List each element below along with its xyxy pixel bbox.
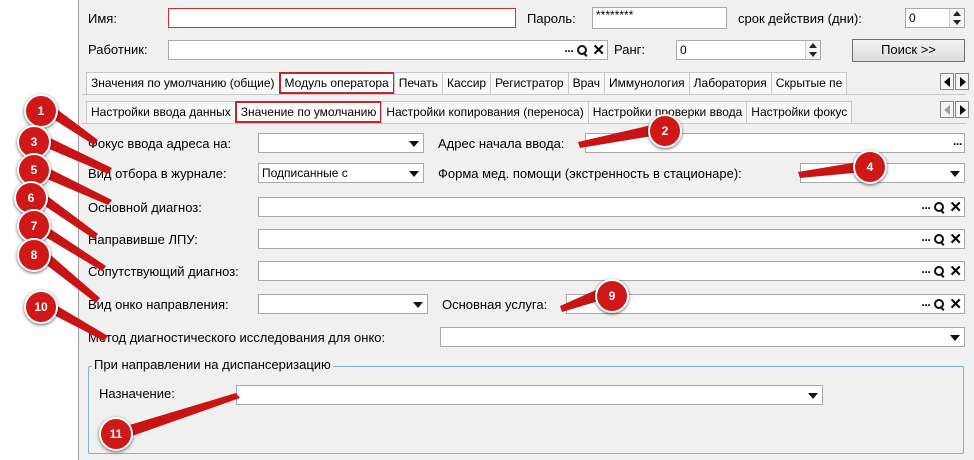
sub-tab-0[interactable]: Настройки ввода данных [86, 101, 236, 123]
annotation-badge-8: 8 [17, 238, 51, 272]
sub-tabs-baseline [82, 123, 966, 124]
main-tabs-baseline [82, 94, 966, 95]
sub-tabs-scroll-left[interactable] [940, 101, 954, 118]
chevron-down-icon [950, 335, 960, 341]
password-label: Пароль: [527, 11, 576, 26]
ref-lpu-input[interactable]: ··· ✕ [258, 229, 965, 249]
onco-select[interactable] [258, 294, 428, 314]
rank-spin-buttons[interactable] [805, 41, 820, 59]
annotation-badge-10: 10 [24, 290, 58, 324]
search-button[interactable]: Поиск >> [852, 39, 965, 62]
arrow-left-icon [944, 77, 950, 87]
name-input[interactable] [168, 8, 516, 28]
validity-label: срок действия (дни): [738, 11, 862, 26]
focus-select[interactable] [258, 133, 424, 153]
annotation-badge-4: 4 [853, 150, 887, 184]
sub-tab-1[interactable]: Значение по умолчанию [234, 101, 383, 123]
main-diag-label: Основной диагноз: [88, 200, 202, 215]
chevron-down-icon [409, 171, 419, 177]
co-diag-label: Сопутствующий диагноз: [88, 264, 239, 279]
worker-search-icon[interactable] [577, 45, 588, 56]
main-diag-browse-icon[interactable]: ··· [921, 199, 931, 217]
ref-lpu-search-icon[interactable] [934, 234, 945, 245]
chevron-down-icon [409, 141, 419, 147]
main-tab-strip: Значения по умолчанию (общие) Модуль опер… [86, 72, 848, 94]
main-tab-2[interactable]: Печать [393, 72, 444, 94]
main-tab-3[interactable]: Кассир [442, 72, 492, 94]
validity-value: 0 [909, 11, 916, 25]
journal-select[interactable]: Подписанные с [258, 163, 424, 183]
address-browse-icon[interactable]: ··· [953, 135, 963, 153]
service-search-icon[interactable] [934, 299, 945, 310]
main-diag-search-icon[interactable] [934, 202, 945, 213]
main-tabs-scroll-left[interactable] [940, 73, 954, 90]
service-label: Основная услуга: [442, 297, 548, 312]
main-tab-4[interactable]: Регистратор [490, 72, 569, 94]
ref-lpu-clear-icon[interactable]: ✕ [949, 232, 962, 247]
main-tab-7[interactable]: Лаборатория [688, 72, 772, 94]
name-label: Имя: [88, 11, 117, 26]
method-select[interactable] [440, 327, 965, 347]
arrow-right-icon [960, 77, 966, 87]
main-tab-6[interactable]: Иммунология [603, 72, 690, 94]
purpose-select[interactable] [236, 385, 823, 405]
arrow-left-icon [944, 105, 950, 115]
method-label: Метод диагностического исследования для … [88, 330, 386, 345]
worker-browse-icon[interactable]: ··· [564, 42, 574, 60]
worker-label: Работник: [88, 42, 148, 57]
worker-input[interactable]: ··· ✕ [168, 40, 608, 60]
main-tab-8[interactable]: Скрытые пе [770, 72, 848, 94]
annotation-badge-11: 11 [99, 417, 133, 451]
dispensary-group-title: При направлении на диспансеризацию [92, 357, 333, 372]
sub-tabs-scroll-right[interactable] [955, 101, 969, 118]
annotation-badge-9: 9 [595, 279, 629, 313]
co-diag-browse-icon[interactable]: ··· [921, 263, 931, 281]
main-tabs-scroll-right[interactable] [955, 73, 969, 90]
ref-lpu-browse-icon[interactable]: ··· [921, 231, 931, 249]
focus-label: Фокус ввода адреса на: [88, 136, 232, 151]
journal-label: Вид отбора в журнале: [88, 166, 227, 181]
password-input[interactable]: ******** [592, 7, 727, 29]
chevron-down-icon [808, 393, 818, 399]
address-start-label: Адрес начала ввода: [438, 136, 565, 151]
service-browse-icon[interactable]: ··· [921, 296, 931, 314]
worker-clear-icon[interactable]: ✕ [592, 43, 605, 58]
purpose-label: Назначение: [99, 386, 175, 401]
main-diag-input[interactable]: ··· ✕ [258, 197, 965, 217]
arrow-right-icon [960, 105, 966, 115]
annotation-badge-2: 2 [648, 114, 682, 148]
main-tab-0[interactable]: Значения по умолчанию (общие) [86, 72, 280, 94]
main-tab-5[interactable]: Врач [567, 72, 605, 94]
journal-value: Подписанные с [262, 166, 348, 180]
validity-spinner[interactable]: 0 [905, 8, 965, 28]
main-diag-clear-icon[interactable]: ✕ [949, 200, 962, 215]
service-clear-icon[interactable]: ✕ [949, 297, 962, 312]
annotation-badge-1: 1 [24, 94, 58, 128]
address-start-input[interactable]: ··· [585, 133, 965, 153]
onco-label: Вид онко направления: [88, 297, 229, 312]
main-tab-1[interactable]: Модуль оператора [278, 72, 395, 94]
sub-tab-4[interactable]: Настройки фокус [746, 101, 853, 123]
co-diag-search-icon[interactable] [934, 266, 945, 277]
sub-tab-strip: Настройки ввода данных Значение по умолча… [86, 101, 853, 123]
chevron-down-icon [950, 171, 960, 177]
co-diag-input[interactable]: ··· ✕ [258, 261, 965, 281]
chevron-down-icon [413, 302, 423, 308]
ref-lpu-label: Направивше ЛПУ: [88, 232, 198, 247]
co-diag-clear-icon[interactable]: ✕ [949, 264, 962, 279]
rank-spinner[interactable]: 0 [676, 40, 821, 60]
validity-spin-buttons[interactable] [949, 9, 964, 27]
sub-tab-2[interactable]: Настройки копирования (переноса) [381, 101, 589, 123]
care-form-label: Форма мед. помощи (экстренность в стацио… [438, 166, 742, 181]
rank-label: Ранг: [614, 42, 646, 57]
rank-value: 0 [680, 43, 687, 57]
dispensary-group [88, 366, 964, 454]
